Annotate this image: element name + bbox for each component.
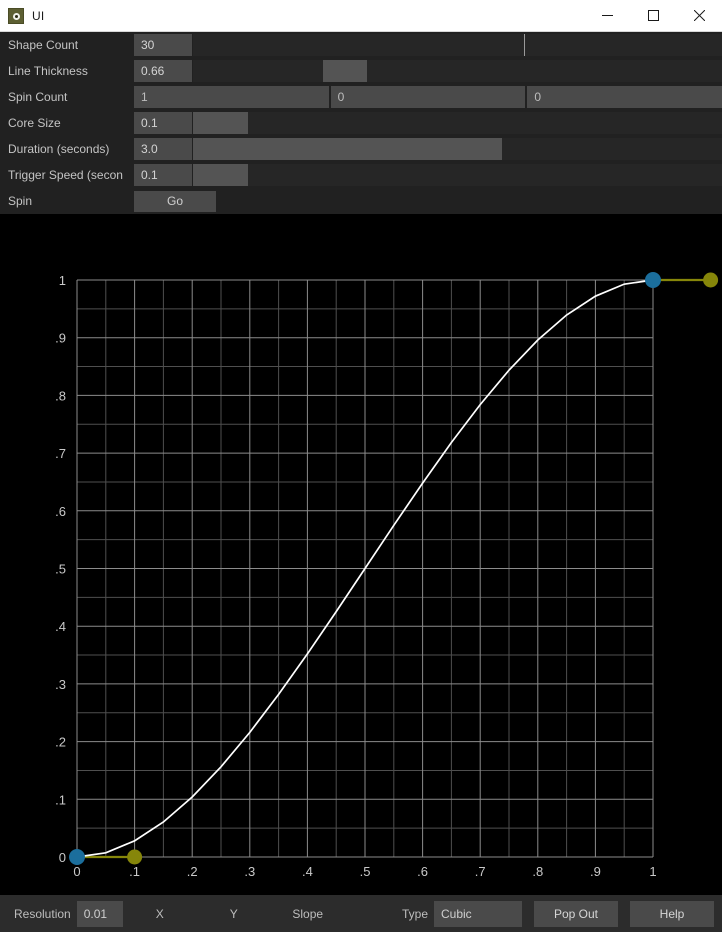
- duration-slider-fill: [193, 138, 503, 160]
- trigger-speed-slider-handle[interactable]: [193, 164, 248, 186]
- properties-panel: Shape Count 30 Line Thickness 0.66 Spin …: [0, 32, 722, 214]
- x-tick-label: 0: [73, 864, 80, 879]
- y-tick-label: .7: [55, 446, 66, 461]
- property-row-duration: Duration (seconds) 3.0: [0, 136, 722, 162]
- y-tick-label: .6: [55, 504, 66, 519]
- property-control-trigger-speed: 0.1: [134, 162, 722, 188]
- property-control-spin-count: 1 0 0: [134, 84, 722, 110]
- control-point-start-anchor[interactable]: [69, 849, 85, 865]
- property-label-core-size: Core Size: [0, 110, 134, 136]
- spin-count-input-y[interactable]: 0: [330, 86, 526, 108]
- y-tick-label: .3: [55, 677, 66, 692]
- core-size-slider[interactable]: [193, 112, 722, 134]
- spin-count-input-z[interactable]: 0: [527, 86, 722, 108]
- x-readout-label: X: [155, 906, 164, 921]
- curve-editor-graph[interactable]: 0 .1 .2 .3 .4 .5 .6 .7 .8 .9 1 0 .1 .2 .3 .4 .5 .6 .7 .8 .9…: [0, 214, 722, 895]
- help-button[interactable]: Help: [630, 900, 714, 927]
- y-tick-label: .9: [55, 331, 66, 346]
- property-control-duration: 3.0: [134, 136, 722, 162]
- slope-readout-label: Slope: [292, 906, 324, 921]
- line-thickness-slider-handle[interactable]: [322, 60, 367, 82]
- x-tick-label: .6: [417, 864, 428, 879]
- spin-count-input-x[interactable]: 1: [134, 86, 329, 108]
- minimize-button[interactable]: [584, 0, 630, 31]
- window-controls: [584, 0, 722, 31]
- property-control-core-size: 0.1: [134, 110, 722, 136]
- property-label-shape-count: Shape Count: [0, 32, 134, 58]
- control-point-start-handle[interactable]: [127, 849, 143, 865]
- property-label-trigger-speed: Trigger Speed (secon: [0, 162, 134, 188]
- property-row-core-size: Core Size 0.1: [0, 110, 722, 136]
- property-row-shape-count: Shape Count 30: [0, 32, 722, 58]
- trigger-speed-slider[interactable]: [193, 164, 722, 186]
- property-label-line-thickness: Line Thickness: [0, 58, 134, 84]
- close-icon: [693, 10, 705, 21]
- y-axis-tick-labels: 0 .1 .2 .3 .4 .5 .6 .7 .8 .9 1: [55, 273, 66, 865]
- maximize-icon: [647, 10, 659, 21]
- property-label-spin: Spin: [0, 188, 134, 214]
- property-row-spin: Spin Go: [0, 188, 722, 214]
- title-bar-left: UI: [0, 7, 45, 24]
- title-bar: UI: [0, 0, 722, 32]
- property-control-spin: Go: [134, 188, 722, 214]
- y-readout-label: Y: [229, 906, 238, 921]
- app-icon: [8, 7, 24, 24]
- shape-count-slider-tick: [523, 34, 525, 56]
- core-size-input[interactable]: 0.1: [134, 112, 192, 134]
- property-control-line-thickness: 0.66: [134, 58, 722, 84]
- x-tick-label: .7: [475, 864, 486, 879]
- type-dropdown[interactable]: Cubic: [434, 900, 522, 927]
- x-tick-label: .2: [187, 864, 198, 879]
- y-tick-label: .4: [55, 619, 66, 634]
- property-control-shape-count: 30: [134, 32, 722, 58]
- trigger-speed-input[interactable]: 0.1: [134, 164, 192, 186]
- app-window: UI Shape Count 30 Line Thickness 0.66 Sp…: [0, 0, 722, 932]
- x-tick-label: .9: [590, 864, 601, 879]
- maximize-button[interactable]: [630, 0, 676, 31]
- resolution-input[interactable]: 0.01: [76, 900, 123, 927]
- x-tick-label: .4: [302, 864, 313, 879]
- resolution-label: Resolution: [14, 906, 71, 921]
- property-row-trigger-speed: Trigger Speed (secon 0.1: [0, 162, 722, 188]
- y-tick-label: .8: [55, 388, 66, 403]
- y-tick-label: .2: [55, 735, 66, 750]
- x-axis-tick-labels: 0 .1 .2 .3 .4 .5 .6 .7 .8 .9 1: [73, 864, 656, 879]
- core-size-slider-handle[interactable]: [193, 112, 248, 134]
- shape-count-input[interactable]: 30: [134, 34, 192, 56]
- control-point-end-anchor[interactable]: [645, 272, 661, 288]
- property-label-duration: Duration (seconds): [0, 136, 134, 162]
- x-tick-label: .3: [244, 864, 255, 879]
- property-row-spin-count: Spin Count 1 0 0: [0, 84, 722, 110]
- type-label: Type: [401, 906, 428, 921]
- pop-out-button[interactable]: Pop Out: [534, 900, 618, 927]
- duration-slider[interactable]: [193, 138, 722, 160]
- control-point-end-handle[interactable]: [703, 272, 719, 288]
- line-thickness-input[interactable]: 0.66: [134, 60, 192, 82]
- property-row-line-thickness: Line Thickness 0.66: [0, 58, 722, 84]
- x-tick-label: .5: [360, 864, 371, 879]
- y-tick-label: 1: [59, 273, 66, 288]
- close-button[interactable]: [676, 0, 722, 31]
- minimize-icon: [601, 15, 613, 16]
- shape-count-slider[interactable]: [193, 34, 722, 56]
- y-tick-label: .1: [55, 792, 66, 807]
- duration-input[interactable]: 3.0: [134, 138, 192, 160]
- status-bar: Resolution 0.01 X Y Slope Type Cubic Pop…: [0, 895, 722, 932]
- go-button[interactable]: Go: [134, 190, 216, 212]
- curve-plot[interactable]: 0 .1 .2 .3 .4 .5 .6 .7 .8 .9 1 0 .1 .2 .3 .4 .5 .6 .7 .8 .9…: [0, 214, 722, 895]
- y-tick-label: 0: [59, 850, 66, 865]
- x-tick-label: .8: [532, 864, 543, 879]
- window-title: UI: [32, 8, 45, 23]
- x-tick-label: 1: [649, 864, 656, 879]
- y-tick-label: .5: [55, 562, 66, 577]
- property-label-spin-count: Spin Count: [0, 84, 134, 110]
- line-thickness-slider[interactable]: [193, 60, 722, 82]
- x-tick-label: .1: [129, 864, 140, 879]
